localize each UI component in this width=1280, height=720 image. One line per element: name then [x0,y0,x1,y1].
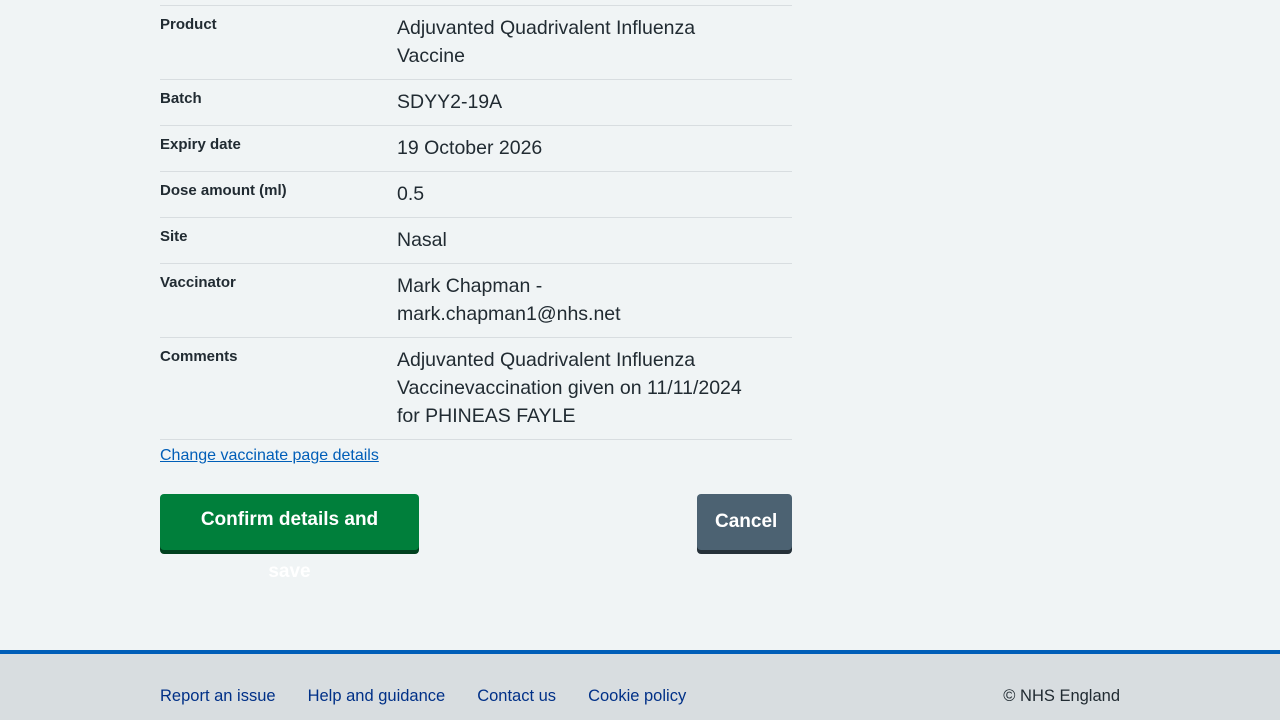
confirm-and-save-button[interactable]: Confirm details and save [160,494,419,582]
summary-key: Batch [160,90,202,107]
summary-value: 19 October 2026 [397,137,543,159]
summary-key: Dose amount (ml) [160,182,287,199]
summary-value: Mark Chapman - mark.chapman1@nhs.net [397,275,621,325]
summary-value: SDYY2-19A [397,91,503,113]
footer-link-contact-us[interactable]: Contact us [477,686,556,706]
summary-value: Adjuvanted Quadrivalent Influenza Vaccin… [397,17,696,67]
summary-value: Nasal [397,229,447,251]
vaccination-summary-list: Product Adjuvanted Quadrivalent Influenz… [160,5,792,440]
summary-key: Product [160,16,217,33]
summary-value: 0.5 [397,183,425,205]
summary-row-vaccinator: Vaccinator Mark Chapman - mark.chapman1@… [160,264,792,338]
summary-key: Comments [160,348,238,365]
footer-link-cookie-policy[interactable]: Cookie policy [588,686,686,706]
cancel-button[interactable]: Cancel [697,494,792,550]
summary-key: Site [160,228,188,245]
summary-key: Expiry date [160,136,241,153]
main-content: Product Adjuvanted Quadrivalent Influenz… [160,5,792,582]
change-vaccinate-details-link[interactable]: Change vaccinate page details [160,446,379,466]
summary-row-comments: Comments Adjuvanted Quadrivalent Influen… [160,338,792,440]
footer-copyright: © NHS England [1003,687,1120,705]
summary-row-product: Product Adjuvanted Quadrivalent Influenz… [160,6,792,80]
summary-row-expiry-date: Expiry date 19 October 2026 [160,126,792,172]
summary-key: Vaccinator [160,274,236,291]
page: Product Adjuvanted Quadrivalent Influenz… [0,0,1280,720]
action-buttons: Confirm details and save Cancel [160,494,792,582]
site-footer: Report an issue Help and guidance Contac… [0,650,1280,720]
footer-link-report-issue[interactable]: Report an issue [160,686,276,706]
summary-value: Adjuvanted Quadrivalent Influenza Vaccin… [397,349,742,427]
summary-row-dose-amount: Dose amount (ml) 0.5 [160,172,792,218]
footer-link-help-guidance[interactable]: Help and guidance [308,686,446,706]
summary-row-site: Site Nasal [160,218,792,264]
footer-links: Report an issue Help and guidance Contac… [160,686,686,706]
summary-row-batch: Batch SDYY2-19A [160,80,792,126]
